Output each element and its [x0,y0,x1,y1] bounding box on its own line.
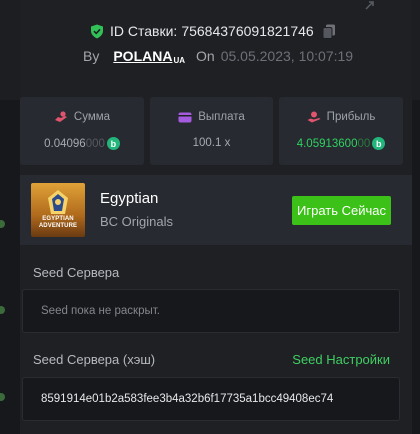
game-card: EGYPTIAN ADVENTURE Egyptian BC Originals… [20,175,412,245]
game-provider: BC Originals [100,214,173,229]
server-seed-hash-value: 8591914e01b2a583fee3b4a32b6f17735a1bcc49… [41,393,334,405]
bet-id-row: ID Ставки: 75684376091821746 [90,20,336,42]
bet-date: 05.05.2023, 10:07:19 [220,48,354,64]
username[interactable]: POLANA [113,48,172,64]
stat-payout-label: Выплата [198,111,245,123]
game-title: Egyptian [100,190,159,207]
stat-profit-value: 4.05913600 [296,137,358,150]
stat-amount-label: Сумма [73,111,111,123]
bet-id-value: 75684376091821746 [181,23,314,39]
game-thumbnail[interactable]: EGYPTIAN ADVENTURE [31,183,85,237]
bcd-coin-icon: b [106,137,120,150]
stat-amount-value: 0.04096 [44,137,86,150]
shield-check-icon [91,24,103,38]
server-seed-value: Seed пока не раскрыт. [41,305,160,317]
chain-link-icon [0,306,5,314]
stat-payout-value: 100.1 x [192,137,231,149]
server-seed-hash-label: Seed Сервера (хэш) [33,352,156,367]
pharaoh-icon [48,190,68,214]
thumb-text-line-1: EGYPTIAN [42,216,74,222]
stat-card-payout: Выплата 100.1 x [150,97,273,165]
bet-author-row: By POLANAUA On 05.05.2023, 10:07:19 [83,47,353,65]
chain-link-icon [0,220,5,228]
coins-hand-icon [54,111,67,122]
thumb-text-line-2: ADVENTURE [38,223,78,229]
stat-card-amount: Сумма 0.04096 000 b [20,97,144,165]
wallet-icon [178,112,192,123]
server-seed-hash-field: 8591914e01b2a583fee3b4a32b6f17735a1bcc49… [22,377,400,421]
play-now-button[interactable]: Играть Сейчас [292,196,391,225]
stat-card-profit: Прибыль 4.05913600 00 b [279,97,403,165]
on-label: On [196,48,215,64]
copy-icon[interactable] [322,24,336,39]
share-icon[interactable] [364,0,378,10]
server-seed-field: Seed пока не раскрыт. [22,289,400,333]
chain-link-icon [0,393,5,401]
seed-settings-link[interactable]: Seed Настройки [292,352,390,367]
username-link[interactable]: POLANAUA [113,48,186,65]
profit-hand-icon [307,111,321,123]
by-label: By [83,48,100,64]
stat-amount-value-trailing: 000 [85,137,105,150]
bet-id-label: ID Ставки: [110,23,178,39]
stat-profit-label: Прибыль [326,111,376,123]
username-suffix: UA [173,56,186,65]
stat-profit-value-trailing: 00 [357,137,371,150]
server-seed-label: Seed Сервера [33,265,120,280]
bcd-coin-icon: b [372,137,386,150]
